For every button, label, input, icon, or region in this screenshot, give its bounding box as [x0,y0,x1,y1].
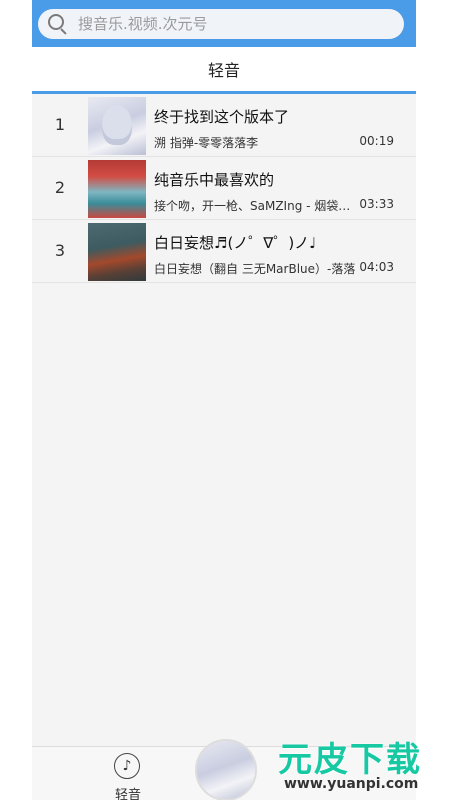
page-header: 轻音 [32,47,416,94]
song-title: 白日妄想♬(ノ゜∇゜)ノ♩ [154,234,317,252]
search-bar[interactable] [38,9,404,39]
watermark-logo: 元皮下载 [278,740,422,780]
song-row[interactable]: 1 终于找到这个版本了 溯 指弹-零零落落李 00:19 [32,94,416,157]
song-title: 纯音乐中最喜欢的 [154,171,275,189]
now-playing-disc[interactable] [195,739,257,800]
song-cover[interactable] [88,223,146,281]
page-title: 轻音 [207,61,240,80]
nav-tab-label: 轻音 [114,788,141,800]
search-icon[interactable] [48,14,68,35]
song-duration: 03:33 [359,197,394,211]
top-bar [32,0,416,47]
song-list: 1 终于找到这个版本了 溯 指弹-零零落落李 00:19 2 纯音乐中最喜欢的 … [32,94,416,283]
song-index: 3 [54,241,66,260]
song-index: 1 [54,115,66,134]
app-screen: 轻音 1 终于找到这个版本了 溯 指弹-零零落落李 00:19 2 纯音乐中最喜… [32,0,416,800]
nav-tab-light-music[interactable]: ♪ 轻音 [110,753,146,800]
search-input[interactable] [76,14,380,34]
song-title: 终于找到这个版本了 [154,108,290,126]
song-row[interactable]: 3 白日妄想♬(ノ゜∇゜)ノ♩ 白日妄想（翻自 三无MarBlue）-落落 04… [32,220,416,283]
song-duration: 04:03 [359,260,394,274]
song-subtitle: 接个吻，开一枪、SaMZIng - 烟袋斜街 [154,199,359,213]
song-index: 2 [54,178,66,197]
song-row[interactable]: 2 纯音乐中最喜欢的 接个吻，开一枪、SaMZIng - 烟袋斜街 03:33 [32,157,416,220]
song-cover[interactable] [88,97,146,155]
song-duration: 00:19 [359,134,394,148]
music-note-icon: ♪ [114,753,140,779]
song-subtitle: 白日妄想（翻自 三无MarBlue）-落落 [154,262,356,276]
song-subtitle: 溯 指弹-零零落落李 [154,136,259,150]
watermark-url: www.yuanpi.com [284,776,419,792]
site-watermark: 元皮下载 www.yuanpi.com [268,728,450,800]
song-cover[interactable] [88,160,146,218]
